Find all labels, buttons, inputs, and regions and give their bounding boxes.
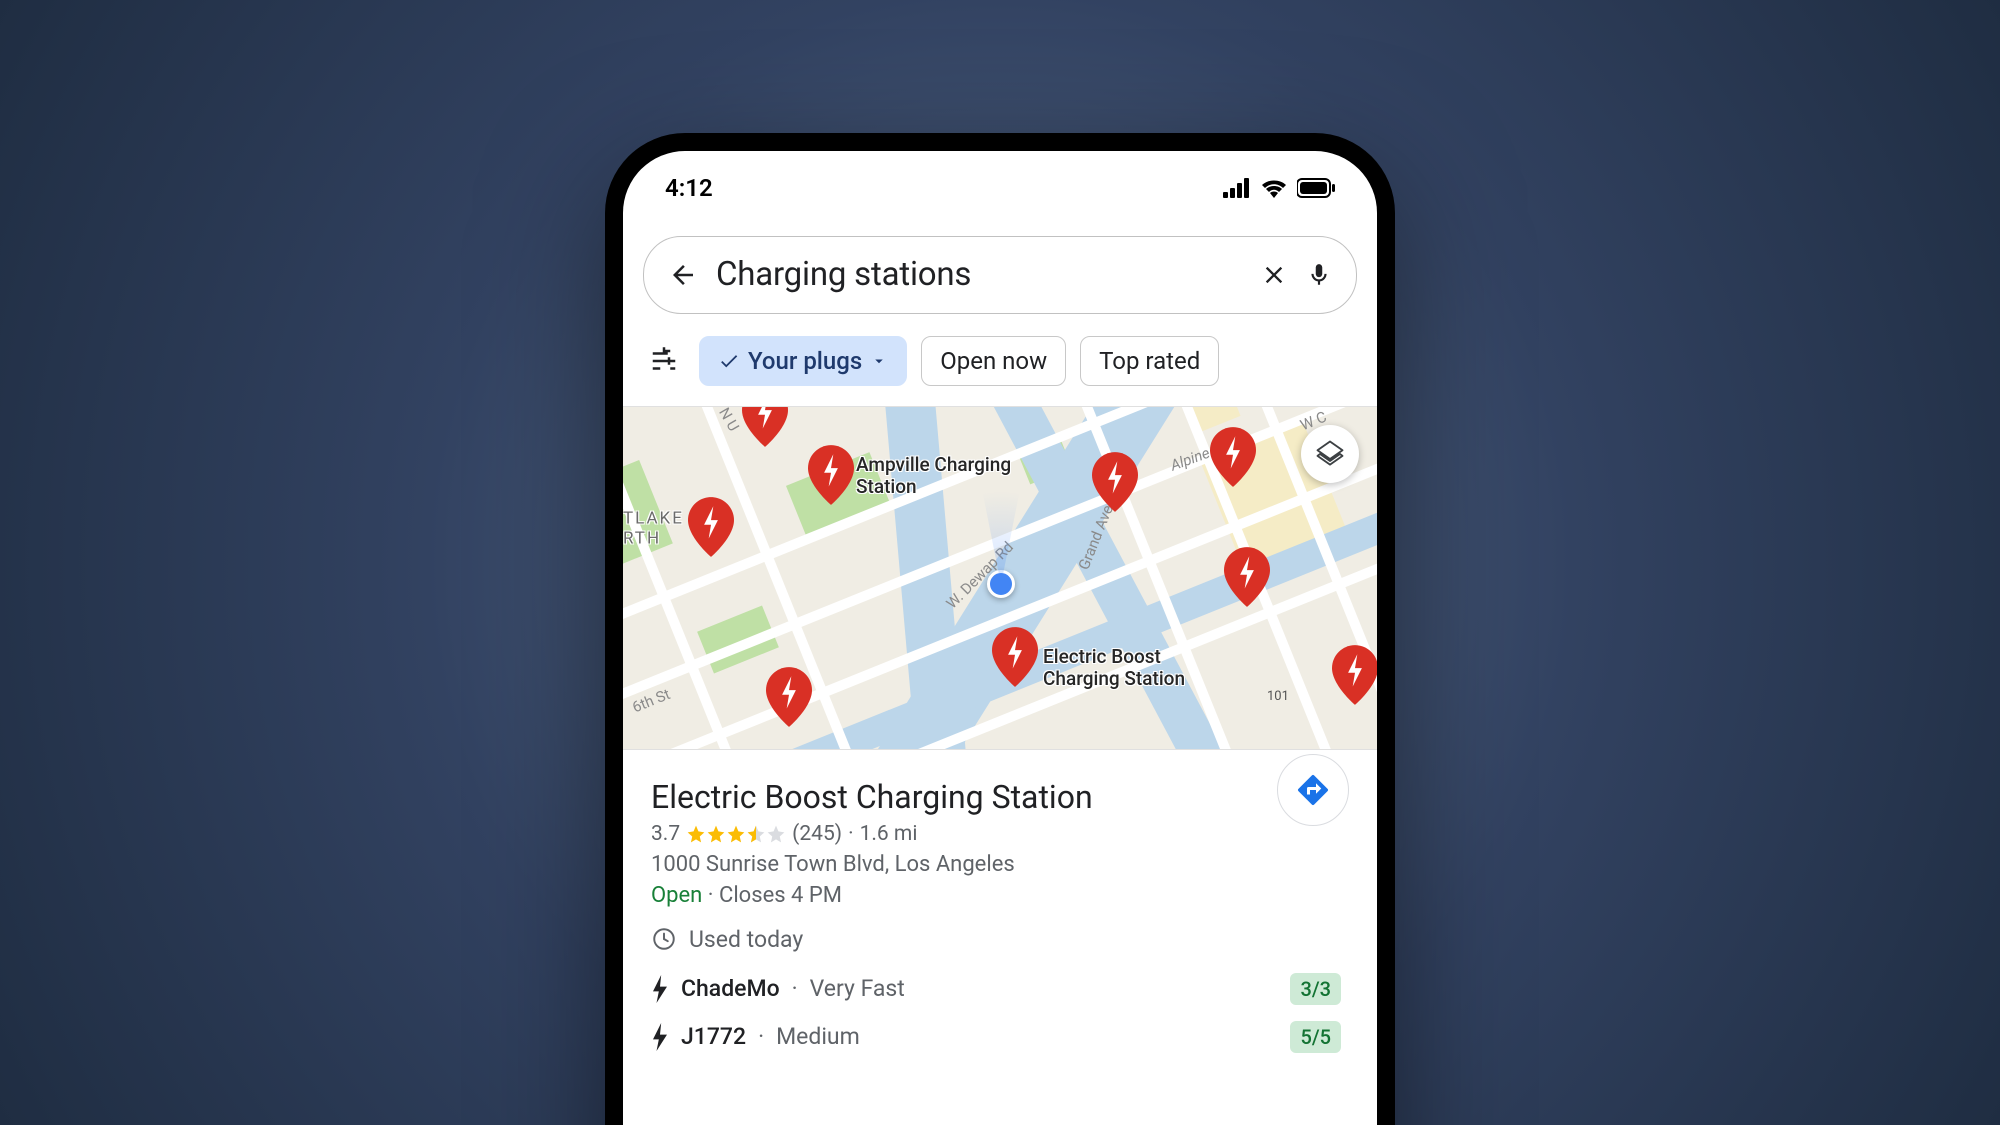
screen: 4:12 Charging stations	[623, 151, 1377, 1125]
current-location-dot	[987, 570, 1015, 598]
filters-button[interactable]	[649, 346, 679, 376]
filter-chip-label: Your plugs	[748, 347, 862, 375]
open-status: Open	[651, 883, 702, 908]
filter-chip-label: Top rated	[1099, 347, 1200, 375]
review-count: (245)	[792, 822, 842, 846]
star-full-icon	[706, 824, 726, 844]
rating-stars	[686, 824, 786, 844]
place-title: Electric Boost Charging Station	[651, 778, 1349, 816]
search-query[interactable]: Charging stations	[716, 255, 1242, 294]
map-pin[interactable]	[1210, 427, 1256, 487]
bolt-icon	[651, 975, 669, 1003]
used-today-row: Used today	[651, 926, 1349, 953]
status-time: 4:12	[665, 174, 713, 202]
battery-icon	[1297, 178, 1335, 198]
place-detail-card[interactable]: Electric Boost Charging Station 3.7 (245…	[623, 750, 1377, 1053]
close-icon	[1260, 261, 1288, 289]
filter-chip-open-now[interactable]: Open now	[921, 336, 1066, 386]
bolt-icon	[651, 1023, 669, 1051]
filter-chip-label: Open now	[940, 347, 1047, 375]
layers-button[interactable]	[1301, 425, 1359, 483]
dropdown-icon	[870, 352, 888, 370]
tune-icon	[649, 346, 679, 376]
star-empty-icon	[766, 824, 786, 844]
availability-badge: 5/5	[1290, 1021, 1341, 1053]
directions-icon	[1295, 772, 1331, 808]
map-pin-label[interactable]: Ampville Charging Station	[856, 454, 1011, 500]
map-pin[interactable]	[992, 627, 1038, 687]
voice-search-button[interactable]	[1306, 259, 1332, 291]
used-today-label: Used today	[689, 926, 803, 953]
star-full-icon	[686, 824, 706, 844]
separator-dot: ·	[708, 883, 719, 908]
clock-icon	[651, 926, 677, 952]
closing-time: Closes 4 PM	[719, 883, 842, 908]
directions-button[interactable]	[1277, 754, 1349, 826]
map-hwy-shield: 101	[1267, 689, 1289, 704]
map-area-label: TLAKE RTH	[623, 508, 684, 549]
availability-badge: 3/3	[1290, 973, 1341, 1005]
wifi-icon	[1261, 178, 1287, 198]
back-button[interactable]	[668, 260, 698, 290]
map-pin[interactable]	[742, 406, 788, 447]
separator-dot: ·	[758, 1023, 764, 1050]
address: 1000 Sunrise Town Blvd, Los Angeles	[651, 852, 1349, 877]
map-pin[interactable]	[808, 445, 854, 505]
phone-frame: 4:12 Charging stations	[605, 133, 1395, 1125]
filter-row: Your plugs Open now Top rated	[623, 314, 1377, 406]
microphone-icon	[1306, 259, 1332, 291]
connector-speed: Very Fast	[810, 975, 905, 1002]
map-pin[interactable]	[688, 497, 734, 557]
layers-icon	[1315, 439, 1345, 469]
search-bar[interactable]: Charging stations	[643, 236, 1357, 314]
status-bar: 4:12	[623, 151, 1377, 226]
distance: 1.6 mi	[860, 822, 918, 846]
map-pin[interactable]	[766, 667, 812, 727]
separator-dot: ·	[792, 975, 798, 1002]
filter-chip-top-rated[interactable]: Top rated	[1080, 336, 1219, 386]
map-viewport[interactable]: 6th St W. Dewap Rd Grand Ave Alpine W C …	[623, 406, 1377, 750]
filter-chip-your-plugs[interactable]: Your plugs	[699, 336, 907, 386]
map-pin[interactable]	[1092, 452, 1138, 512]
clear-button[interactable]	[1260, 261, 1288, 289]
back-arrow-icon	[668, 260, 698, 290]
rating-row: 3.7 (245) · 1.6 mi	[651, 822, 1349, 846]
cellular-icon	[1223, 178, 1251, 198]
connector-name: J1772	[681, 1023, 746, 1050]
connector-name: ChadeMo	[681, 975, 780, 1002]
star-full-icon	[726, 824, 746, 844]
separator-dot: ·	[848, 822, 854, 846]
map-pin[interactable]	[1332, 645, 1377, 705]
connector-row: J1772 · Medium 5/5	[651, 1021, 1349, 1053]
map-pin[interactable]	[1224, 547, 1270, 607]
connector-row: ChadeMo · Very Fast 3/3	[651, 973, 1349, 1005]
check-icon	[718, 350, 740, 372]
connector-speed: Medium	[776, 1023, 860, 1050]
map-pin-label[interactable]: Electric Boost Charging Station	[1043, 646, 1185, 692]
star-half-icon	[746, 824, 766, 844]
status-indicators	[1223, 178, 1335, 198]
hours-row: Open · Closes 4 PM	[651, 883, 1349, 908]
rating-value: 3.7	[651, 822, 680, 846]
